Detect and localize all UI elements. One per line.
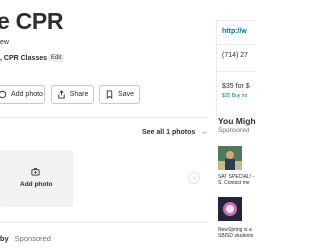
camera-plus-icon (31, 167, 40, 176)
ad-text-line: SBISD students (218, 233, 254, 239)
category-list[interactable]: , CPR Classes (0, 55, 47, 62)
business-name: e CPR (0, 8, 64, 34)
bookmark-icon (106, 90, 113, 99)
section-divider (0, 117, 208, 118)
card-border (216, 20, 256, 21)
sponsored-business-name[interactable]: rby (0, 234, 9, 243)
ad-thumbnail[interactable] (218, 146, 242, 170)
ad-description[interactable]: SAT SPECIAL! - S. Contact me (218, 174, 254, 186)
add-photo-label: Add photo (11, 91, 43, 98)
see-all-photos-label: See all 1 photos (142, 129, 196, 136)
business-info-card (216, 20, 257, 120)
chevron-right-icon (193, 176, 196, 181)
buy-now-link[interactable]: $35 Buy no (222, 93, 247, 99)
ad-description[interactable]: NewSpring is a SBISD students (218, 227, 253, 239)
school-photo (218, 197, 242, 221)
card-divider (216, 71, 256, 72)
sponsored-label: Sponsored (218, 127, 250, 134)
carousel-next-button[interactable] (188, 172, 200, 184)
sponsored-header: rby Sponsored (0, 234, 51, 243)
section-divider (0, 222, 208, 223)
you-might-heading: You Migh (218, 116, 256, 126)
add-photo-tile[interactable] (0, 150, 73, 207)
sponsored-label: Sponsored (14, 234, 51, 243)
ad-text-line: S. Contact me (218, 180, 250, 186)
share-button[interactable]: Share (51, 85, 94, 104)
camera-plus-icon (0, 90, 7, 99)
website-link[interactable]: http://w (222, 28, 247, 35)
share-icon (58, 90, 65, 99)
add-photo-tile-label: Add photo (20, 181, 53, 188)
see-all-photos-link[interactable]: See all 1 photos → (142, 129, 207, 136)
save-button[interactable]: Save (99, 85, 140, 104)
ad-thumbnail[interactable] (218, 197, 242, 221)
add-photo-button[interactable]: Add photo (0, 85, 45, 104)
phone-number[interactable]: (714) 27 (222, 52, 248, 59)
person-photo (218, 146, 242, 170)
review-count[interactable]: ew (0, 39, 9, 46)
card-divider (216, 44, 256, 45)
arrow-right-icon: → (200, 129, 208, 136)
share-label: Share (69, 91, 89, 98)
edit-categories-button[interactable]: Edit (48, 54, 65, 62)
save-label: Save (118, 91, 134, 98)
deal-price[interactable]: $35 for $ (222, 83, 250, 90)
